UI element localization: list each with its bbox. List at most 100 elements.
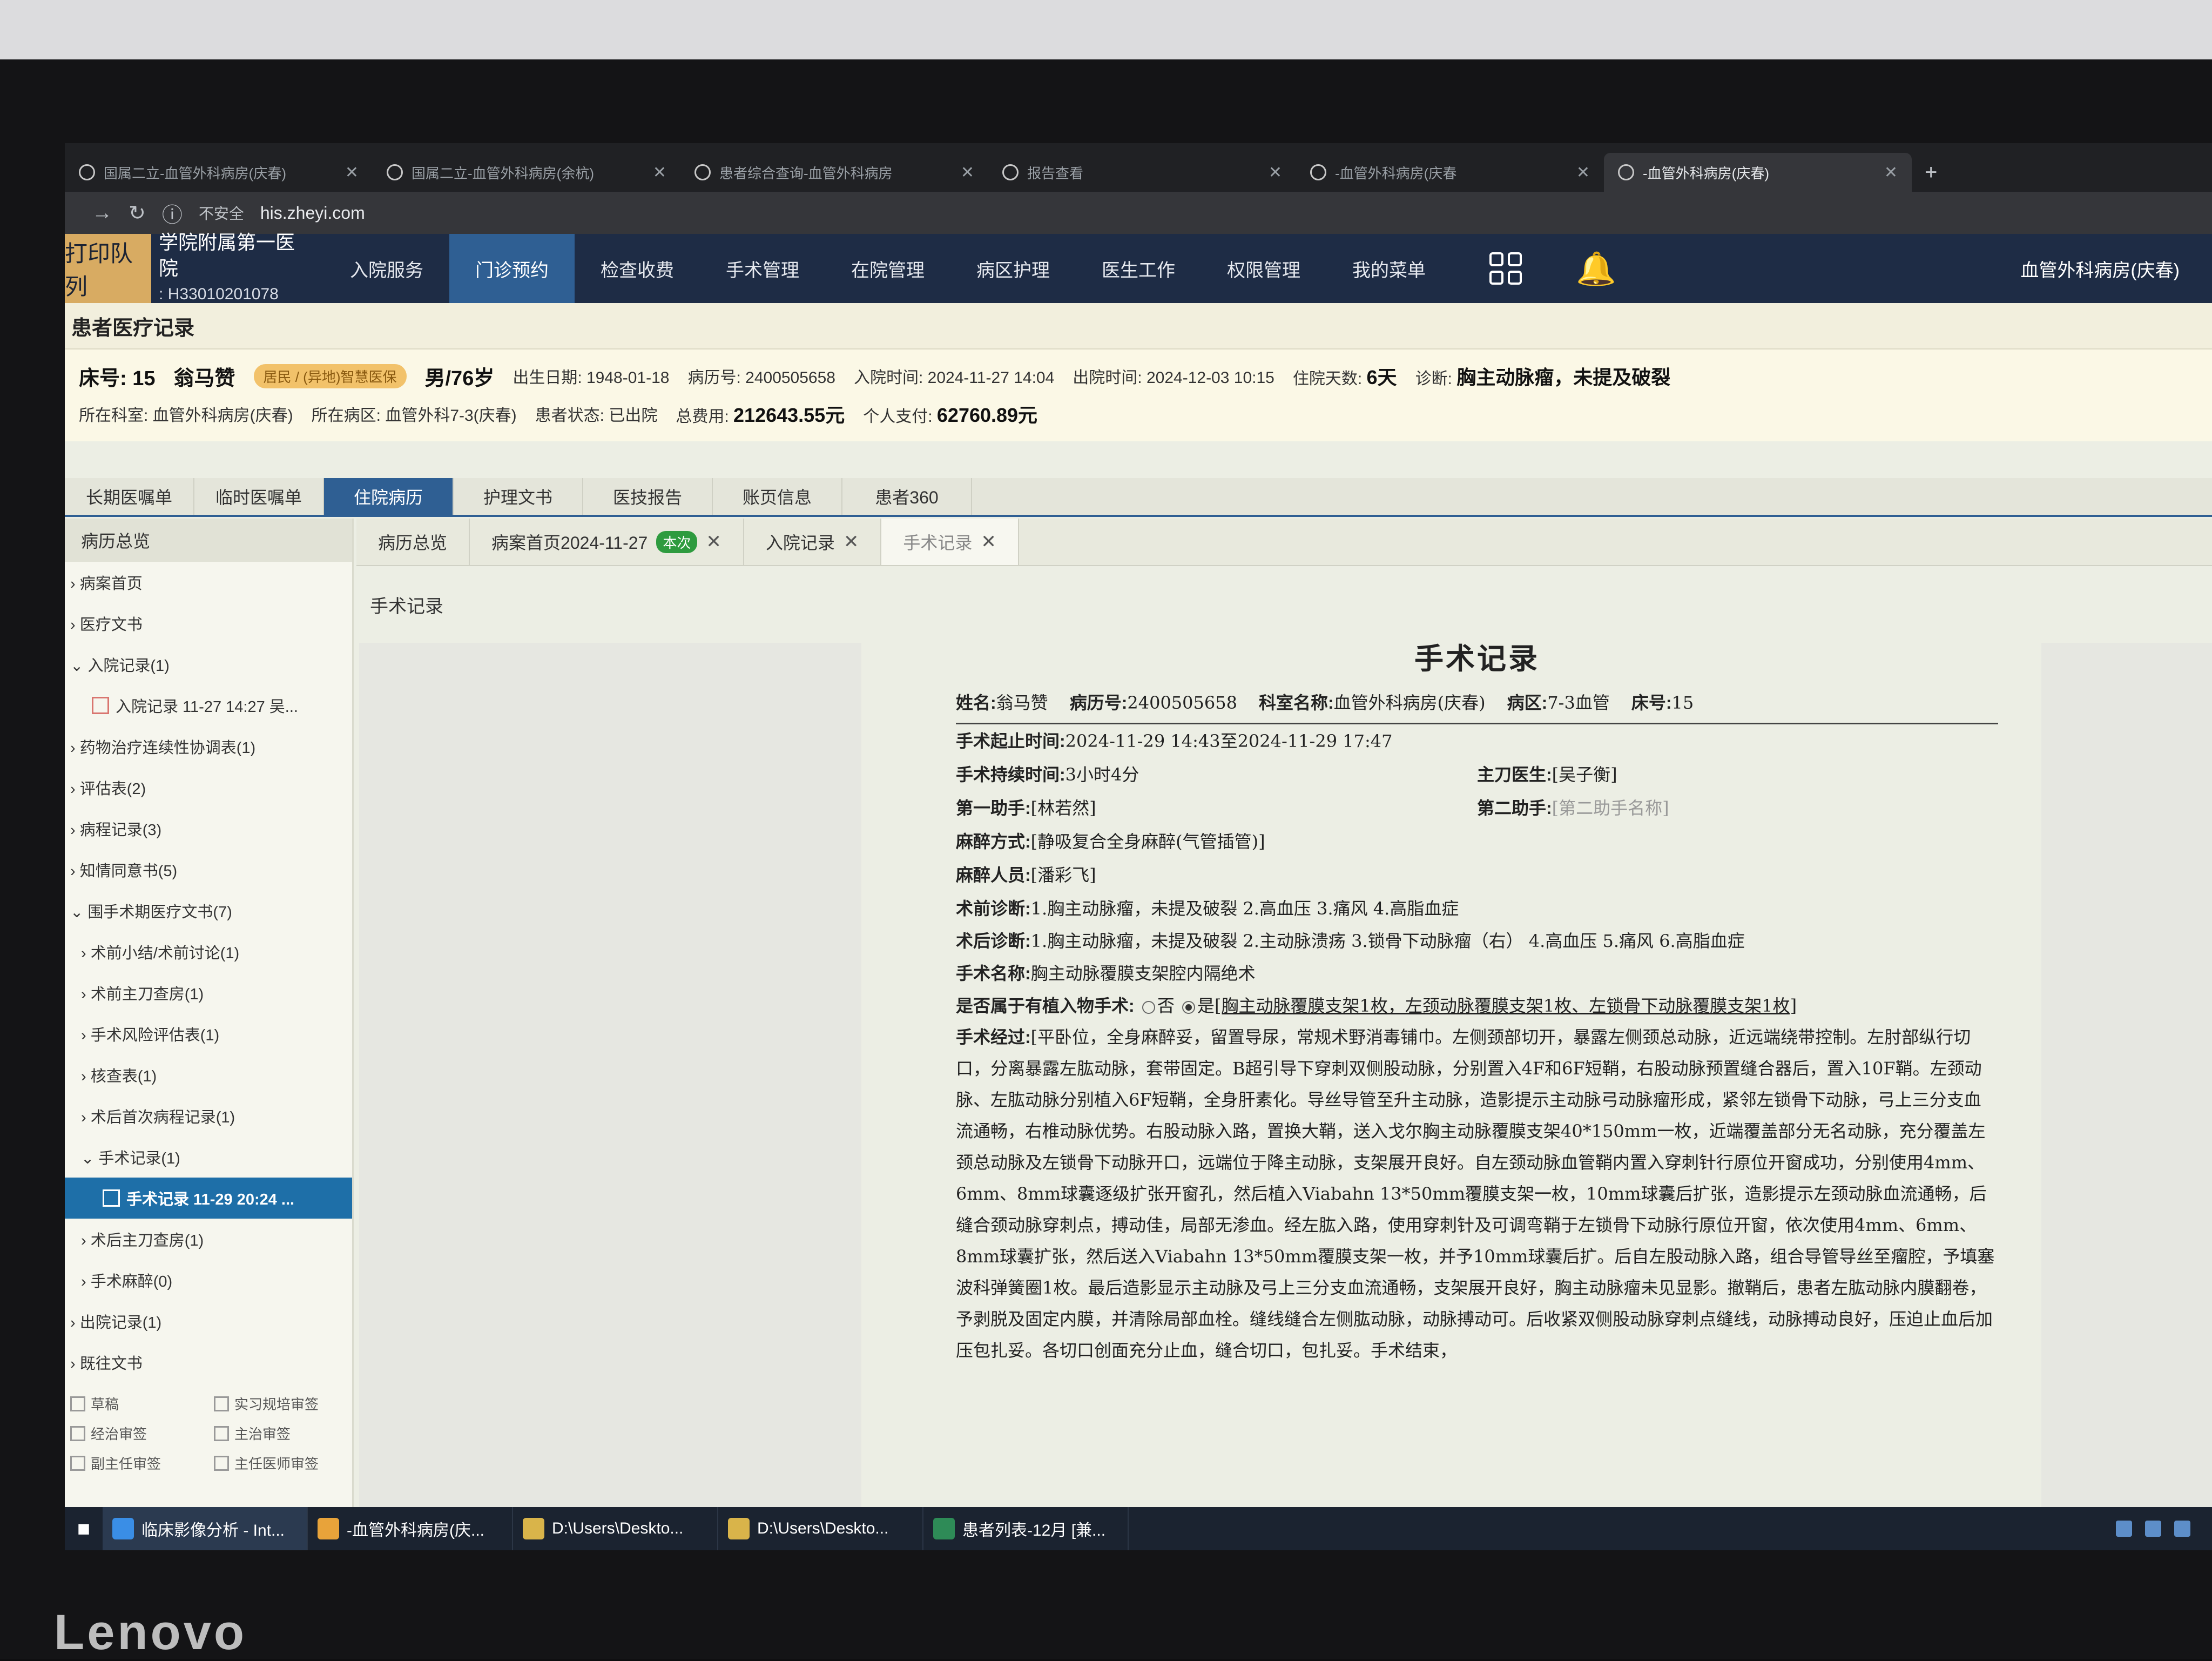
close-icon[interactable]: ✕	[844, 531, 859, 553]
tab-reports[interactable]: 医技报告	[583, 478, 713, 515]
tree-item[interactable]: › 术后主刀查房(1)	[65, 1219, 352, 1260]
legend-item: 主治审签	[214, 1423, 347, 1443]
nav-item[interactable]: 在院管理	[825, 234, 950, 303]
taskbar-item[interactable]: -血管外科病房(庆...	[308, 1507, 513, 1550]
birth-date: 出生日期: 1948-01-18	[512, 369, 670, 387]
doc-tab[interactable]: 病历总览	[356, 519, 470, 565]
tree-item[interactable]: ⌄ 手术记录(1)	[65, 1137, 352, 1178]
globe-icon	[1618, 164, 1634, 180]
screen: 国属二立-血管外科病房(庆春) ✕ 国属二立-血管外科病房(余杭) ✕ 患者综合查询…	[65, 143, 2212, 1550]
tray-icon[interactable]	[2116, 1521, 2132, 1537]
radio-yes[interactable]	[1182, 1000, 1196, 1014]
tree-item[interactable]: › 既往文书	[65, 1342, 352, 1383]
tree-item[interactable]: › 手术风险评估表(1)	[65, 1013, 352, 1054]
tree-item[interactable]: › 术前小结/术前讨论(1)	[65, 931, 352, 972]
nav-item[interactable]: 检查收费	[575, 234, 700, 303]
taskbar-item[interactable]: D:\Users\Deskto...	[718, 1507, 923, 1550]
browser-tab[interactable]: -血管外科病房(庆春 ✕	[1296, 153, 1604, 192]
tree-item[interactable]: › 知情同意书(5)	[65, 849, 352, 890]
tab-billing[interactable]: 账页信息	[713, 478, 842, 515]
tree-item[interactable]: ⌄ 入院记录(1)	[65, 644, 352, 685]
close-icon[interactable]: ✕	[981, 531, 996, 553]
tree-item[interactable]: › 手术麻醉(0)	[65, 1260, 352, 1301]
folder-icon	[728, 1518, 750, 1539]
tree-item[interactable]: › 术后首次病程记录(1)	[65, 1095, 352, 1137]
tab-inpatient-records[interactable]: 住院病历	[324, 478, 454, 515]
discharge-time: 出院时间: 2024-12-03 10:15	[1073, 369, 1274, 387]
close-icon[interactable]: ✕	[961, 163, 974, 182]
tree-item[interactable]: › 药物治疗连续性协调表(1)	[65, 726, 352, 767]
chrome-icon	[318, 1518, 339, 1539]
taskbar-item[interactable]: 患者列表-12月 [兼...	[923, 1507, 1129, 1550]
nav-item[interactable]: 入院服务	[324, 234, 449, 303]
excel-icon	[933, 1518, 955, 1539]
new-tab-button[interactable]: +	[1912, 153, 1950, 192]
close-icon[interactable]: ✕	[1884, 163, 1898, 182]
doc-tab[interactable]: 病案首页2024-11-27 本次 ✕	[470, 519, 744, 565]
reload-icon[interactable]: ↻	[129, 201, 146, 225]
pre-op-diagnosis: 术前诊断:1.胸主动脉瘤，未提及破裂 2.高血压 3.痛风 4.高脂血症	[956, 898, 1459, 919]
info-icon[interactable]: ⓘ	[162, 198, 183, 228]
close-icon[interactable]: ✕	[345, 163, 359, 182]
breadcrumb: 手术记录	[370, 596, 443, 617]
tab-nursing-docs[interactable]: 护理文书	[454, 478, 583, 515]
insurance-badge: 居民 / (异地)智慧医保	[253, 364, 407, 388]
globe-icon	[694, 164, 711, 180]
nav-item[interactable]: 我的菜单	[1326, 234, 1452, 303]
tree-item[interactable]: › 术前主刀查房(1)	[65, 972, 352, 1013]
browser-tab[interactable]: 患者综合查询-血管外科病房 ✕	[680, 153, 988, 192]
nav-item[interactable]: 权限管理	[1201, 234, 1326, 303]
tree-leaf-selected[interactable]: 手术记录 11-29 20:24 ...	[65, 1178, 352, 1219]
surgery-time: 手术起止时间:2024-11-29 14:43至2024-11-29 17:47	[956, 731, 1393, 751]
doc-tab[interactable]: 入院记录 ✕	[744, 519, 882, 565]
apps-grid-icon[interactable]	[1489, 252, 1522, 285]
url-field[interactable]: his.zheyi.com	[260, 203, 365, 223]
record-tree-sidebar: 病历总览 › 病案首页 › 医疗文书 ⌄ 入院记录(1) 入院记录 11-27 …	[65, 519, 354, 1507]
radio-no[interactable]	[1142, 1000, 1155, 1014]
tree-item[interactable]: › 医疗文书	[65, 603, 352, 644]
browser-tab[interactable]: 报告查看 ✕	[988, 153, 1296, 192]
tab-patient-360[interactable]: 患者360	[842, 478, 972, 515]
browser-tab[interactable]: 国属二立-血管外科病房(庆春) ✕	[65, 153, 373, 192]
tree-item[interactable]: ⌄ 围手术期医疗文书(7)	[65, 890, 352, 931]
nav-item[interactable]: 手术管理	[700, 234, 825, 303]
legend-item: 主任医师审签	[214, 1453, 347, 1473]
anesthesia-method: 麻醉方式:[静吸复合全身麻醉(气管插管)]	[956, 831, 1265, 852]
close-icon[interactable]: ✕	[1269, 163, 1282, 182]
start-icon[interactable]: ■	[65, 1517, 103, 1541]
tree-item[interactable]: › 评估表(2)	[65, 767, 352, 808]
print-queue-button[interactable]: 打印队列	[65, 234, 151, 303]
nav-item-active[interactable]: 门诊预约	[449, 234, 575, 303]
nav-item[interactable]: 医生工作	[1076, 234, 1201, 303]
tree-item[interactable]: › 病程记录(3)	[65, 808, 352, 849]
nav-item[interactable]: 病区护理	[950, 234, 1076, 303]
surgery-record: 手术记录 姓名:翁马赞 病历号:2400505658 科室名称:血管外科病房(庆…	[956, 635, 1998, 1550]
tray-icon[interactable]	[2174, 1521, 2190, 1537]
legend-item: 实习规培审签	[214, 1394, 347, 1414]
taskbar-item[interactable]: D:\Users\Deskto...	[513, 1507, 718, 1550]
tab-temporary-orders[interactable]: 临时医嘱单	[194, 478, 324, 515]
wall-background	[0, 0, 2212, 59]
tree-item[interactable]: › 病案首页	[65, 562, 352, 603]
close-icon[interactable]: ✕	[653, 163, 666, 182]
taskbar-item[interactable]: 临床影像分析 - Int...	[103, 1507, 308, 1550]
tab-long-term-orders[interactable]: 长期医嘱单	[65, 478, 194, 515]
close-icon[interactable]: ✕	[706, 531, 721, 553]
main-tabs: 长期医嘱单 临时医嘱单 住院病历 护理文书 医技报告 账页信息 患者360	[65, 478, 2212, 517]
patient-info-panel: 床号: 15 翁马赞 居民 / (异地)智慧医保 男/76岁 出生日期: 194…	[65, 349, 2212, 441]
doc-tab-active[interactable]: 手术记录 ✕	[881, 519, 1019, 565]
bell-icon[interactable]: 🔔	[1576, 250, 1616, 288]
monitor-brand-logo: Lenovo	[54, 1605, 247, 1660]
status-legend: 草稿 实习规培审签 经治审签 主治审签 副主任审签 主任医师审签	[65, 1383, 352, 1484]
back-icon[interactable]: →	[92, 201, 112, 225]
tray-icon[interactable]	[2145, 1521, 2161, 1537]
browser-tab-active[interactable]: -血管外科病房(庆春) ✕	[1604, 153, 1912, 192]
tree-leaf[interactable]: 入院记录 11-27 14:27 吴...	[65, 685, 352, 726]
current-department[interactable]: 血管外科病房(庆春)	[2020, 255, 2180, 282]
tree-item[interactable]: › 核查表(1)	[65, 1054, 352, 1095]
legend-item: 经治审签	[70, 1423, 203, 1443]
close-icon[interactable]: ✕	[1576, 163, 1590, 182]
browser-tab[interactable]: 国属二立-血管外科病房(余杭) ✕	[373, 153, 680, 192]
tree-item[interactable]: › 出院记录(1)	[65, 1301, 352, 1342]
address-bar: → ↻ ⓘ 不安全 his.zheyi.com	[65, 192, 2212, 234]
